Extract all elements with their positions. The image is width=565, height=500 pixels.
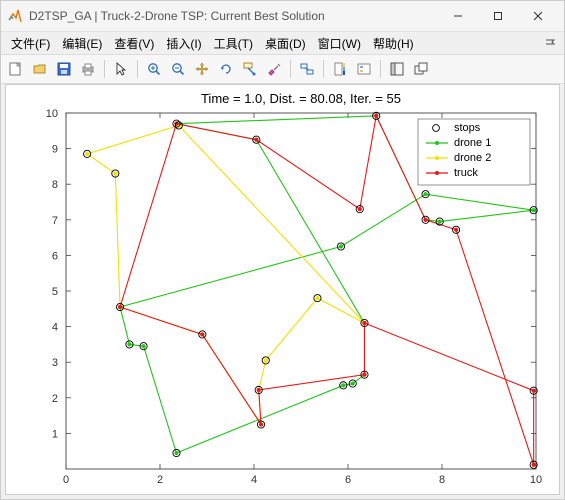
route-marker (200, 332, 204, 336)
route-marker (423, 192, 427, 196)
route-marker (141, 344, 145, 348)
open-icon[interactable] (29, 58, 51, 80)
route-marker (257, 388, 261, 392)
x-tick-label: 10 (530, 474, 542, 486)
window-title: D2TSP_GA | Truck-2-Drone TSP: Current Be… (29, 9, 438, 23)
x-tick-label: 6 (345, 474, 351, 486)
menu-desktop[interactable]: 桌面(D) (259, 33, 312, 54)
pan-icon[interactable] (191, 58, 213, 80)
route-marker (362, 321, 366, 325)
x-tick-label: 0 (63, 474, 69, 486)
zoom-out-icon[interactable] (167, 58, 189, 80)
menu-help[interactable]: 帮助(H) (367, 33, 420, 54)
dock-icon[interactable] (386, 58, 408, 80)
route-marker (362, 373, 366, 377)
route-marker (174, 451, 178, 455)
route-marker (374, 114, 378, 118)
menu-file[interactable]: 文件(F) (5, 33, 56, 54)
new-figure-icon[interactable] (5, 58, 27, 80)
y-tick-label: 3 (52, 357, 58, 369)
y-tick-label: 7 (52, 215, 58, 227)
y-tick-label: 2 (52, 393, 58, 405)
route-marker (532, 208, 536, 212)
route-marker (438, 219, 442, 223)
menu-edit[interactable]: 编辑(E) (56, 33, 108, 54)
route-marker (423, 218, 427, 222)
y-tick-label: 5 (52, 286, 58, 298)
legend-entry: drone 2 (454, 152, 491, 164)
window-buttons (438, 2, 558, 30)
close-button[interactable] (518, 2, 558, 30)
route-marker (113, 171, 117, 175)
colorbar-icon[interactable] (329, 58, 351, 80)
menu-tools[interactable]: 工具(T) (208, 33, 259, 54)
menubar: 文件(F) 编辑(E) 查看(V) 插入(I) 工具(T) 桌面(D) 窗口(W… (1, 32, 564, 55)
link-icon[interactable] (296, 58, 318, 80)
route-marker (341, 383, 345, 387)
pointer-icon[interactable] (110, 58, 132, 80)
y-tick-label: 4 (52, 322, 58, 334)
route-marker (339, 244, 343, 248)
route-marker (532, 463, 536, 467)
legend-entry: drone 1 (454, 137, 491, 149)
minimize-button[interactable] (438, 2, 478, 30)
route-marker (358, 207, 362, 211)
titlebar: D2TSP_GA | Truck-2-Drone TSP: Current Be… (1, 1, 564, 32)
matlab-logo-icon (7, 8, 23, 24)
y-tick-label: 6 (52, 250, 58, 262)
legend-entry: stops (454, 122, 481, 134)
menu-overflow-icon[interactable] (540, 36, 560, 51)
x-tick-label: 8 (439, 474, 445, 486)
y-tick-label: 1 (52, 428, 58, 440)
route-marker (351, 381, 355, 385)
y-tick-label: 9 (52, 144, 58, 156)
route-marker (254, 138, 258, 142)
route-marker (264, 358, 268, 362)
x-tick-label: 2 (157, 474, 163, 486)
route-marker (118, 305, 122, 309)
route-marker (532, 389, 536, 393)
toolbar (1, 55, 564, 84)
save-icon[interactable] (53, 58, 75, 80)
x-tick-label: 4 (251, 474, 257, 486)
menu-view[interactable]: 查看(V) (108, 33, 160, 54)
route-marker (315, 296, 319, 300)
route-marker (85, 152, 89, 156)
print-icon[interactable] (77, 58, 99, 80)
zoom-in-icon[interactable] (143, 58, 165, 80)
route-marker (454, 228, 458, 232)
app-window: D2TSP_GA | Truck-2-Drone TSP: Current Be… (0, 0, 565, 500)
figure-area[interactable]: Time = 1.0, Dist. = 80.08, Iter. = 55 0 2 4… (5, 84, 560, 495)
rotate-icon[interactable] (215, 58, 237, 80)
legend-entry: truck (454, 167, 478, 179)
y-tick-label: 10 (46, 108, 58, 120)
chart: Time = 1.0, Dist. = 80.08, Iter. = 55 0 2 4… (6, 85, 559, 493)
menu-window[interactable]: 窗口(W) (312, 33, 367, 54)
route-marker (127, 342, 131, 346)
route-marker (259, 422, 263, 426)
maximize-button[interactable] (478, 2, 518, 30)
y-tick-label: 8 (52, 179, 58, 191)
undock-icon[interactable] (410, 58, 432, 80)
data-cursor-icon[interactable] (239, 58, 261, 80)
menu-insert[interactable]: 插入(I) (160, 33, 207, 54)
brush-icon[interactable] (263, 58, 285, 80)
chart-title: Time = 1.0, Dist. = 80.08, Iter. = 55 (201, 91, 401, 106)
legend-icon[interactable] (353, 58, 375, 80)
